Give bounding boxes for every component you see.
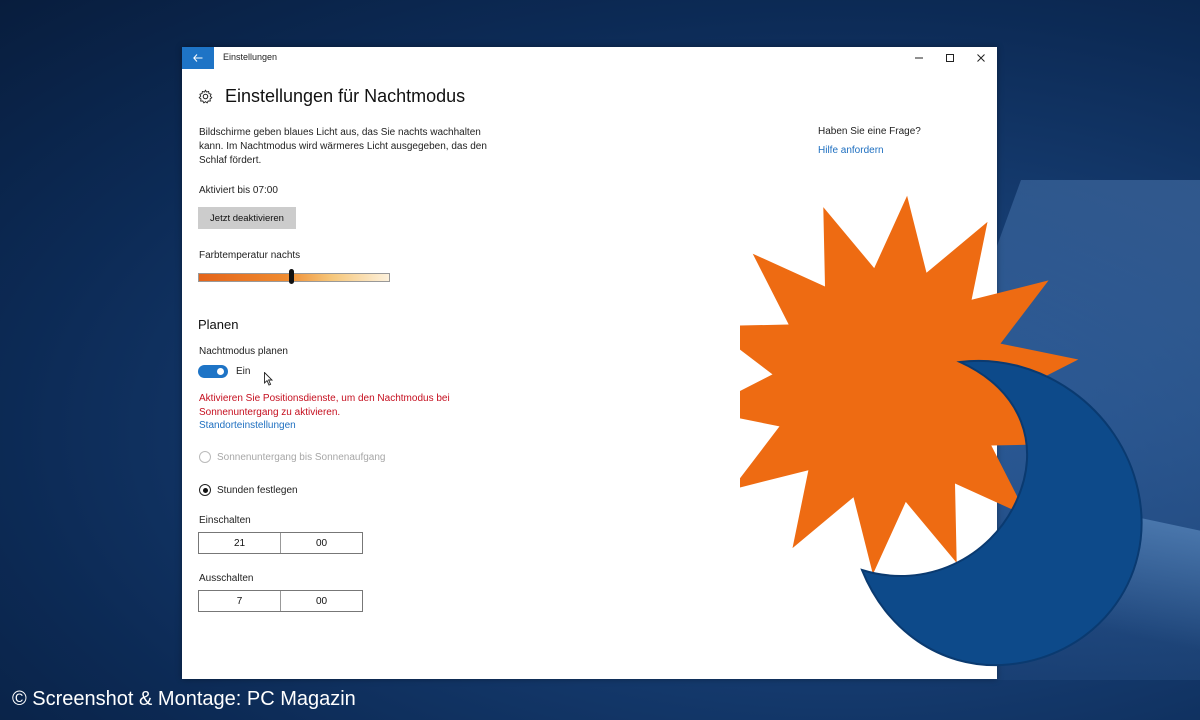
night-light-description: Bildschirme geben blaues Licht aus, das … — [199, 127, 487, 166]
radio-sunset-to-sunrise-label: Sonnenuntergang bis Sonnenaufgang — [217, 452, 386, 463]
active-until-text: Aktiviert bis 07:00 — [199, 185, 278, 196]
turn-off-label: Ausschalten — [199, 573, 254, 584]
toggle-state-text: Ein — [236, 366, 251, 377]
maximize-icon — [946, 54, 954, 62]
image-credit-caption: © Screenshot & Montage: PC Magazin — [12, 688, 356, 710]
back-arrow-icon — [193, 54, 203, 62]
color-temperature-slider-thumb[interactable] — [289, 269, 295, 284]
title-bar: Einstellungen — [182, 47, 997, 69]
schedule-toggle-label: Nachtmodus planen — [199, 346, 288, 357]
deactivate-now-button[interactable]: Jetzt deaktivieren — [198, 207, 296, 229]
color-temperature-label: Farbtemperatur nachts — [199, 250, 301, 261]
page-header: Einstellungen für Nachtmodus — [198, 83, 465, 109]
maximize-button[interactable] — [935, 47, 965, 69]
radio-selected-dot — [202, 487, 208, 493]
radio-sunset-to-sunrise[interactable] — [199, 451, 211, 463]
page-title: Einstellungen für Nachtmodus — [225, 85, 466, 106]
gear-icon — [198, 89, 213, 103]
turn-on-hour[interactable]: 21 — [199, 533, 280, 553]
close-button[interactable] — [966, 47, 996, 69]
radio-set-hours[interactable] — [199, 484, 211, 496]
radio-set-hours-label: Stunden festlegen — [217, 485, 298, 496]
minimize-button[interactable] — [904, 47, 934, 69]
turn-on-time-picker[interactable]: 21 00 — [198, 532, 363, 554]
get-help-link[interactable]: Hilfe anfordern — [818, 145, 884, 156]
turn-on-minute[interactable]: 00 — [280, 533, 362, 553]
location-settings-link[interactable]: Standorteinstellungen — [199, 420, 296, 431]
help-question-text: Haben Sie eine Frage? — [818, 126, 921, 137]
toggle-knob — [217, 368, 224, 375]
mouse-cursor-icon — [264, 372, 274, 386]
close-icon — [977, 54, 985, 62]
turn-on-label: Einschalten — [199, 515, 251, 526]
minimize-icon — [915, 57, 923, 59]
turn-off-time-picker[interactable]: 7 00 — [198, 590, 363, 612]
window-title: Einstellungen — [223, 52, 278, 62]
schedule-section-title: Planen — [198, 317, 239, 332]
schedule-night-light-toggle[interactable] — [198, 365, 228, 378]
back-button[interactable] — [182, 47, 214, 69]
turn-off-minute[interactable]: 00 — [280, 591, 362, 611]
sun-moon-logo — [740, 195, 1143, 667]
location-warning-text: Aktivieren Sie Positionsdienste, um den … — [199, 393, 450, 418]
turn-off-hour[interactable]: 7 — [199, 591, 280, 611]
